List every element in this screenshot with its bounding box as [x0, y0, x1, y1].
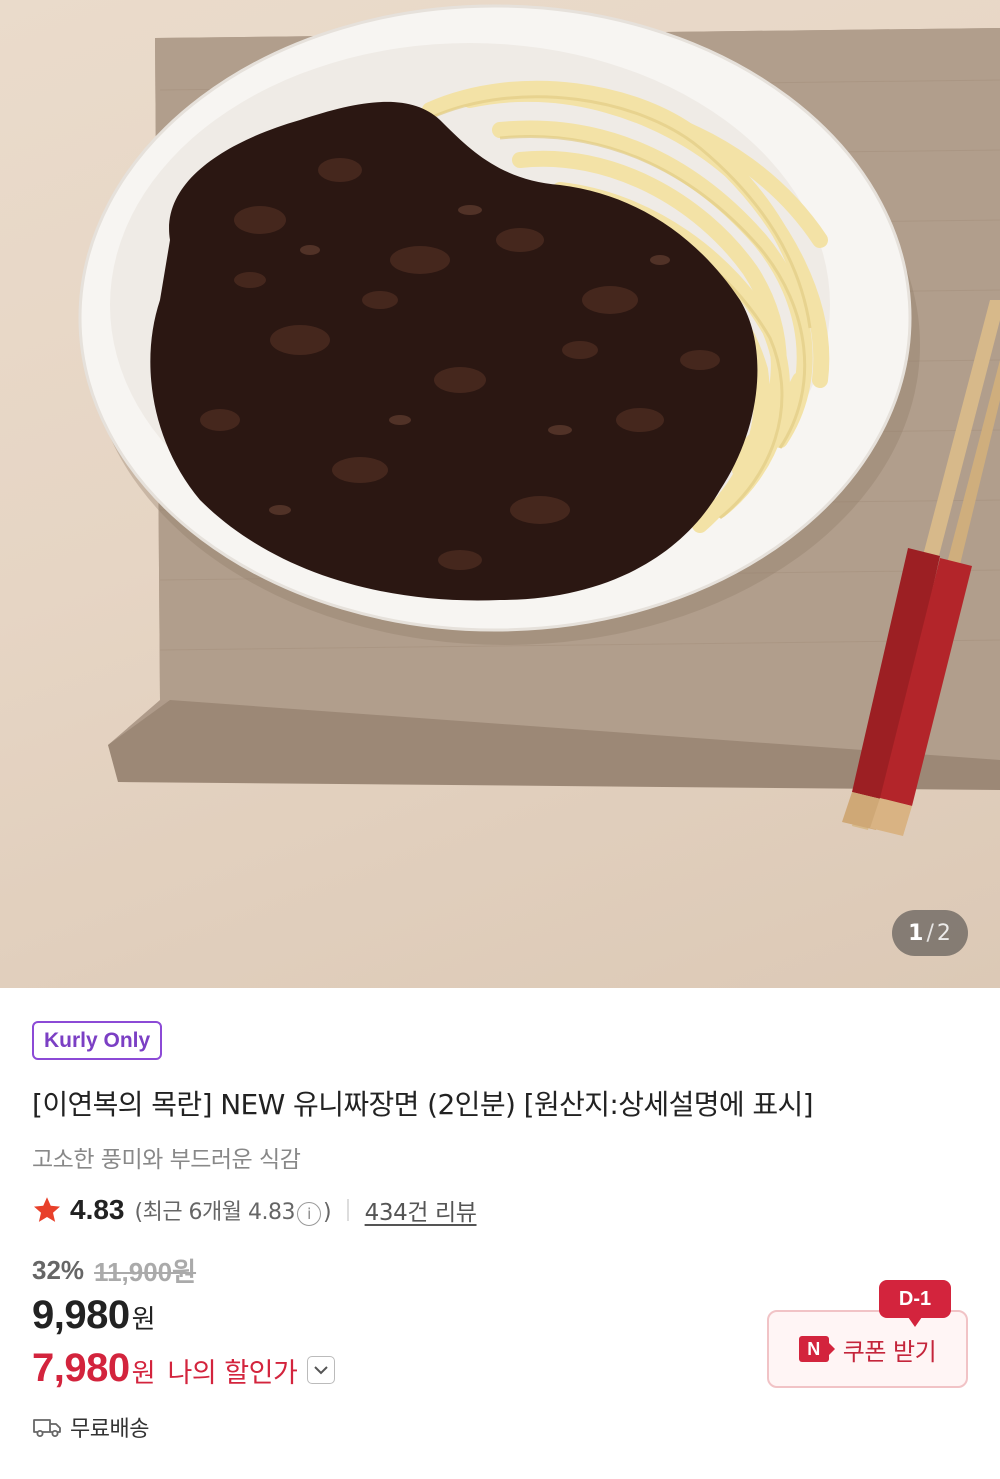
product-subtitle: 고소한 풍미와 부드러운 식감 — [32, 1147, 301, 1173]
recent-rating-close: ) — [323, 1200, 332, 1225]
coupon-label: 쿠폰 받기 — [842, 1337, 937, 1366]
my-price-label: 나의 할인가 — [167, 1357, 298, 1389]
delivery-info: 무료배송 — [32, 1410, 149, 1444]
product-title: [이연복의 목란] NEW 유니짜장면 (2인분) [원산지:상세설명에 표시] — [32, 1088, 814, 1121]
my-price-currency: 원 — [131, 1358, 156, 1389]
image-pager: 1 / 2 — [892, 910, 968, 956]
recent-rating: (최근 6개월 4.83 i) — [135, 1194, 332, 1226]
discount-row: 32% 11,900원 — [32, 1252, 196, 1288]
my-price: 7,980 — [32, 1345, 130, 1390]
original-price: 11,900원 — [94, 1256, 197, 1287]
star-icon — [34, 1197, 60, 1222]
pager-current: 1 — [908, 920, 925, 946]
review-count-link[interactable]: 434건 리뷰 — [365, 1193, 477, 1227]
kurly-only-badge: Kurly Only — [32, 1021, 163, 1060]
pager-separator: / — [926, 920, 935, 946]
coupon-button[interactable]: N 쿠폰 받기 — [767, 1310, 968, 1388]
sale-price-currency: 원 — [131, 1305, 156, 1335]
chevron-down-icon[interactable] — [307, 1356, 336, 1384]
info-icon[interactable]: i — [297, 1202, 322, 1226]
pager-total: 2 — [936, 920, 952, 946]
jjajangmyeon-illustration — [78, 4, 1000, 836]
rating-row: 4.83 (최근 6개월 4.83 i) 434건 리뷰 — [32, 1192, 477, 1228]
truck-icon — [33, 1419, 61, 1437]
dday-badge: D-1 — [879, 1280, 951, 1327]
rating-divider — [347, 1199, 349, 1221]
coupon-n-icon: N — [798, 1336, 835, 1362]
delivery-label: 무료배송 — [70, 1417, 149, 1442]
my-price-row[interactable]: 7,980 원 나의 할인가 — [32, 1344, 336, 1392]
sale-price: 9,980 — [32, 1293, 130, 1337]
recent-rating-text: (최근 6개월 4.83 — [134, 1200, 296, 1225]
product-image[interactable]: 1 / 2 — [0, 0, 1000, 988]
rating-score: 4.83 — [70, 1194, 125, 1225]
sale-price-row: 9,980 원 — [32, 1293, 156, 1341]
discount-rate: 32% — [32, 1254, 85, 1285]
